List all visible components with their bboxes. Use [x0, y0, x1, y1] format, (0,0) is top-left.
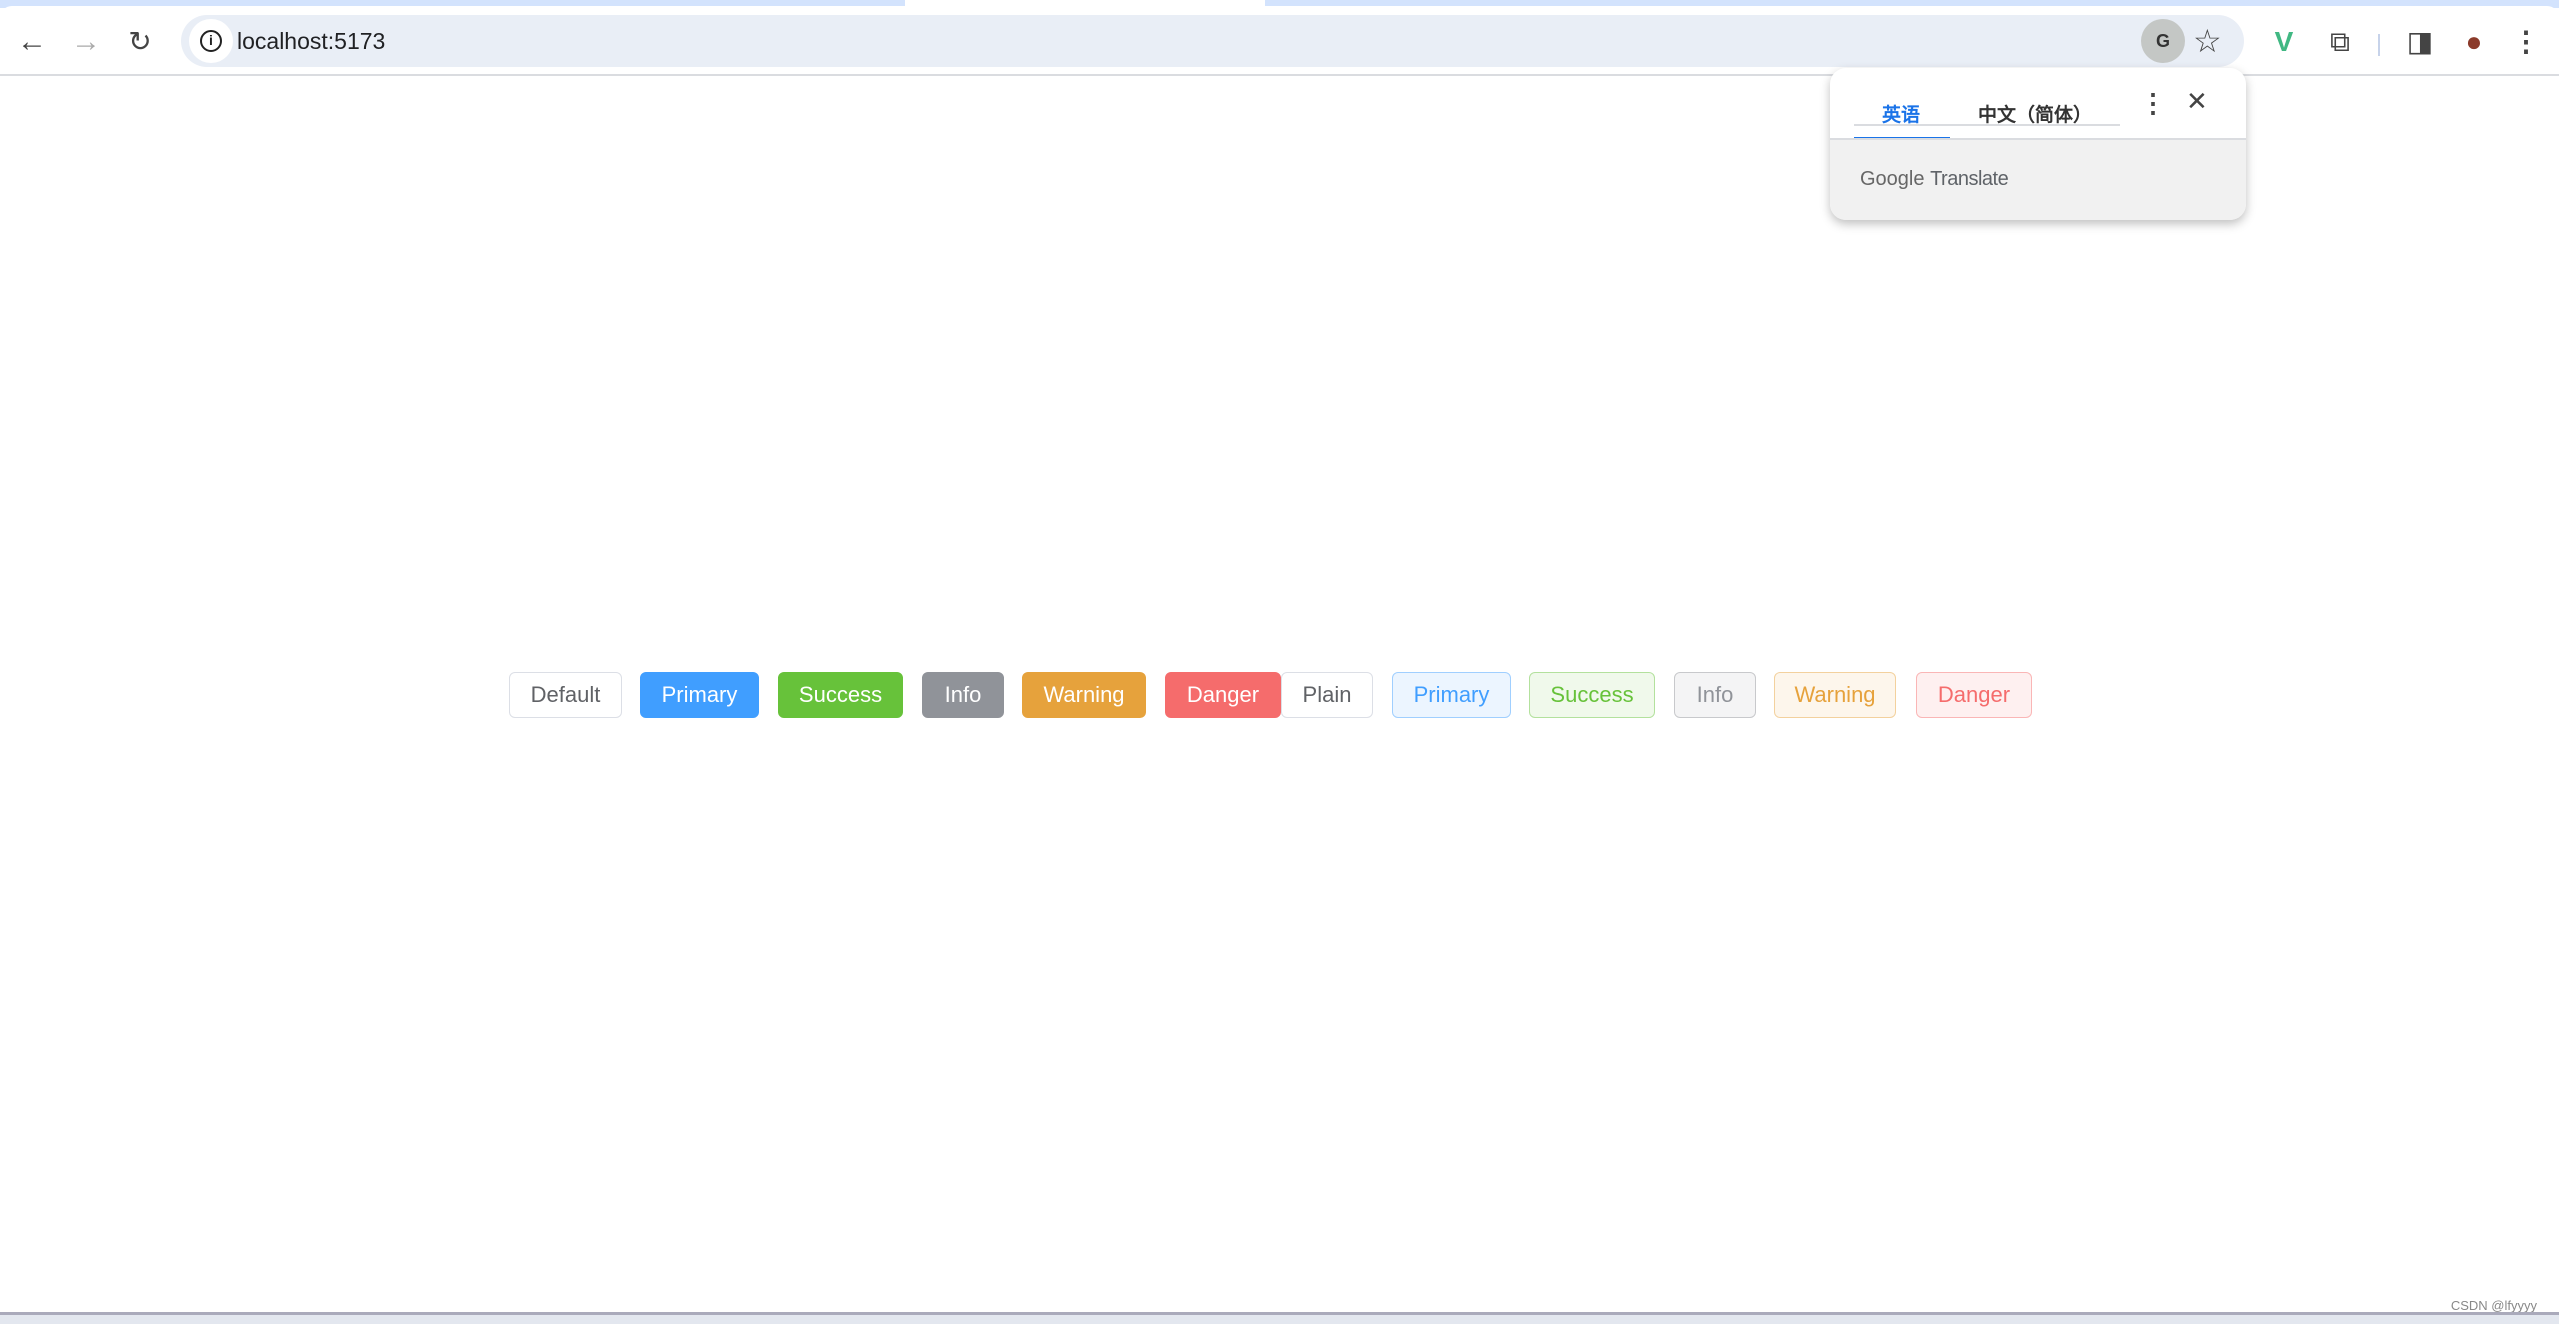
close-icon[interactable]: ✕: [2186, 86, 2208, 117]
back-arrow-icon[interactable]: ←: [14, 24, 50, 60]
more-options-icon[interactable]: ⋮: [2140, 88, 2166, 119]
taskbar: [0, 1312, 2559, 1324]
side-panel-icon[interactable]: ◨: [2400, 24, 2440, 60]
tab-target-language[interactable]: 中文（简体）: [1978, 100, 2092, 127]
browser-toolbar: ← → ↻ i localhost:5173 G ☆ V ⧉ ◨ ● ⋮: [0, 6, 2559, 76]
plain-primary-button[interactable]: Primary: [1392, 672, 1511, 718]
google-translate-logo: Google Translate: [1860, 168, 2009, 190]
site-info-icon[interactable]: i: [189, 19, 233, 63]
toolbar-divider: [2378, 34, 2380, 56]
info-button[interactable]: Info: [922, 672, 1004, 718]
popup-footer: Google Translate: [1830, 138, 2246, 220]
translate-icon[interactable]: G: [2141, 19, 2185, 63]
watermark: CSDN @lfyyyy: [2450, 1298, 2537, 1313]
plain-info-button[interactable]: Info: [1674, 672, 1756, 718]
tab-source-language[interactable]: 英语: [1853, 100, 1951, 141]
language-tabs: 英语 中文（简体）: [1853, 88, 2120, 141]
warning-button[interactable]: Warning: [1022, 672, 1146, 718]
plain-success-button[interactable]: Success: [1529, 672, 1655, 718]
forward-arrow-icon[interactable]: →: [68, 24, 104, 60]
vue-devtools-icon[interactable]: V: [2264, 24, 2304, 60]
default-button[interactable]: Default: [509, 672, 622, 718]
success-button[interactable]: Success: [778, 672, 903, 718]
plain-plain-button[interactable]: Plain: [1281, 672, 1373, 718]
danger-button[interactable]: Danger: [1165, 672, 1281, 718]
plain-warning-button[interactable]: Warning: [1774, 672, 1896, 718]
bookmark-star-icon[interactable]: ☆: [2193, 21, 2222, 61]
menu-kebab-icon[interactable]: ⋮: [2506, 24, 2546, 60]
address-bar[interactable]: i localhost:5173 G ☆: [181, 15, 2244, 67]
extensions-puzzle-icon[interactable]: ⧉: [2320, 24, 2360, 60]
url-text[interactable]: localhost:5173: [237, 28, 385, 55]
reload-icon[interactable]: ↻: [122, 24, 158, 60]
translate-popup: 英语 中文（简体） ⋮ ✕ Google Translate: [1830, 68, 2246, 220]
plain-danger-button[interactable]: Danger: [1916, 672, 2032, 718]
primary-button[interactable]: Primary: [640, 672, 759, 718]
profile-avatar-icon[interactable]: ●: [2454, 24, 2494, 60]
